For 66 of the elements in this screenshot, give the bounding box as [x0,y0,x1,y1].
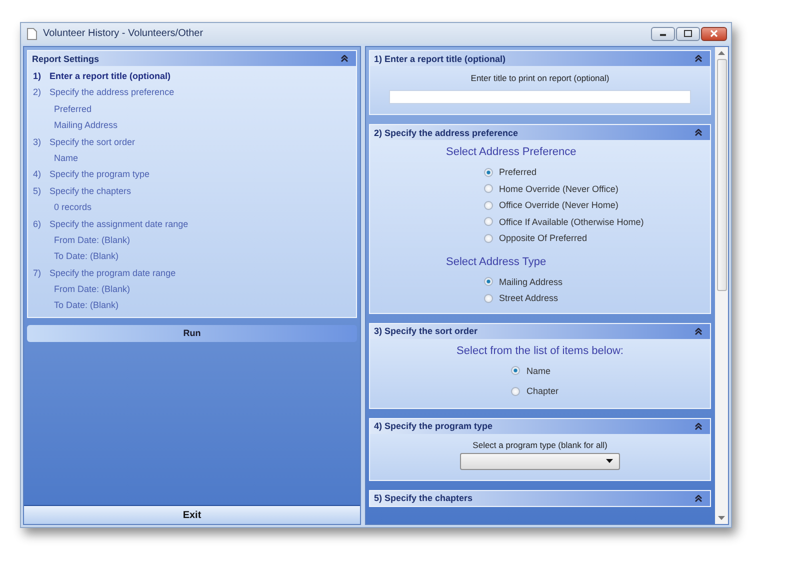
section-title: 1) Enter a report title (optional) [374,54,506,64]
summary-step[interactable]: 7) Specify the program date range [28,264,356,282]
radio-label[interactable]: Name [526,366,550,376]
radio-button[interactable] [484,234,493,243]
dropdown-caret-icon [606,459,613,463]
scroll-up-icon[interactable] [718,51,725,55]
summary-step[interactable]: 2) Specify the address preference [28,84,356,101]
summary-detail: Mailing Address [53,119,119,132]
radio-button[interactable] [511,366,520,376]
radio-label[interactable]: Street Address [499,293,558,304]
close-icon [710,30,718,37]
panel-title: Report Settings [32,54,100,64]
summary-detail: 0 records [53,201,93,214]
minimize-button[interactable] [651,26,675,40]
radio-button[interactable] [484,277,493,286]
collapse-icon[interactable] [341,55,348,62]
group-heading: Select Address Preference [446,146,578,158]
radio-button[interactable] [484,294,493,303]
summary-detail: From Date: (Blank) [53,234,132,247]
section-title: 5) Specify the chapters [374,493,473,503]
radio-button[interactable] [484,217,493,226]
radio-label[interactable]: Mailing Address [499,276,563,287]
maximize-button[interactable] [676,26,700,40]
radio-label[interactable]: Office If Available (Otherwise Home) [499,216,644,227]
collapse-icon[interactable] [695,494,702,502]
summary-step[interactable]: 5) Specify the chapters [28,182,356,200]
summary-detail: Preferred [53,102,93,116]
exit-button[interactable]: Exit [24,505,360,524]
run-button[interactable]: Run [27,324,357,342]
radio-label[interactable]: Preferred [499,167,537,178]
summary-detail: To Date: (Blank) [53,250,120,264]
window-title: Volunteer History - Volunteers/Other [43,28,204,39]
summary-detail: From Date: (Blank) [53,283,132,296]
group-heading: Select Address Type [446,256,548,268]
radio-label[interactable]: Office Override (Never Home) [499,200,618,210]
summary-step[interactable]: 3) Specify the sort order [28,134,356,150]
radio-button[interactable] [484,184,493,194]
radio-button[interactable] [484,200,493,210]
radio-label[interactable]: Home Override (Never Office) [499,184,618,194]
radio-button[interactable] [511,386,520,396]
radio-button[interactable] [484,168,493,177]
collapse-icon[interactable] [695,422,702,430]
section-title: 3) Specify the sort order [374,326,478,336]
summary-step[interactable]: 1) Enter a report title (optional) [28,68,356,84]
field-label: Select a program type (blank for all) [472,440,608,450]
scroll-down-icon[interactable] [718,516,725,520]
summary-step[interactable]: 6) Specify the assignment date range [28,216,356,232]
field-label: Enter title to print on report (optional) [470,73,610,83]
collapse-icon[interactable] [695,328,702,334]
section-title: 4) Specify the program type [374,421,493,431]
summary-detail: Name [53,152,80,165]
radio-label[interactable]: Opposite Of Preferred [499,233,588,244]
maximize-icon [684,30,692,37]
title-input[interactable] [389,90,691,104]
group-heading: Select from the list of items below: [456,344,624,356]
program-type-dropdown[interactable] [460,452,620,470]
radio-label[interactable]: Chapter [526,386,559,396]
document-icon [27,28,37,40]
summary-detail: To Date: (Blank) [53,299,120,312]
collapse-icon[interactable] [695,129,702,136]
summary-step[interactable]: 4) Specify the program type [28,166,356,183]
scroll-thumb[interactable] [716,59,726,291]
section-title: 2) Specify the address preference [374,128,518,138]
scrollbar[interactable] [715,47,728,524]
close-button[interactable] [701,26,727,40]
collapse-icon[interactable] [695,55,702,62]
